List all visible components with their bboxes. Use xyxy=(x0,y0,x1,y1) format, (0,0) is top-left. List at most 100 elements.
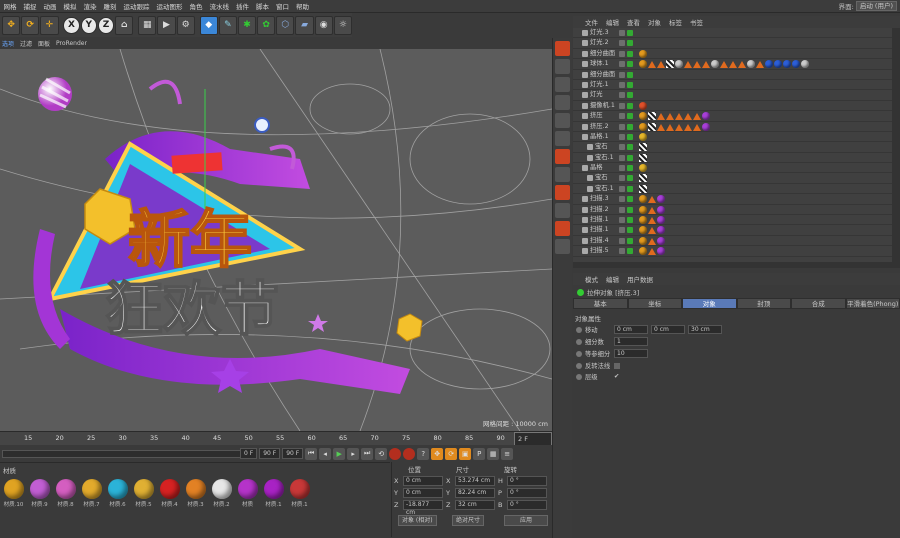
hierarchical-checkbox[interactable]: ✔ xyxy=(614,373,619,380)
material-item[interactable]: 材质.7 xyxy=(80,479,103,508)
render-active-icon[interactable]: ▶ xyxy=(157,16,175,35)
edges-mode-icon[interactable] xyxy=(555,113,570,128)
move-tool-icon[interactable]: ✥ xyxy=(2,16,20,35)
visibility-toggles[interactable] xyxy=(619,144,633,150)
material-tag-icon[interactable] xyxy=(639,247,647,255)
record-icon[interactable] xyxy=(389,448,401,460)
triangle-tag-icon[interactable] xyxy=(693,113,701,120)
end-frame-field-2[interactable]: 90 F xyxy=(282,448,303,459)
hierarchical-anim-dot[interactable] xyxy=(576,374,582,380)
flip-anim-dot[interactable] xyxy=(576,363,582,369)
visibility-toggles[interactable] xyxy=(619,113,633,119)
apply-button[interactable]: 应用 xyxy=(504,515,548,526)
visibility-toggles[interactable] xyxy=(619,103,633,109)
triangle-tag-icon[interactable] xyxy=(648,238,656,245)
material-item[interactable]: 材质 xyxy=(236,479,259,508)
object-row[interactable]: 灯光.2 xyxy=(573,38,892,48)
triangle-tag-icon[interactable] xyxy=(693,61,701,68)
flip-normals-checkbox[interactable] xyxy=(614,363,620,369)
object-row[interactable]: 宝石.1 xyxy=(573,184,892,194)
menu-item[interactable]: 动画 xyxy=(40,1,60,11)
object-manager-menu-item[interactable]: 书签 xyxy=(690,17,703,27)
axis-y-button[interactable]: Y xyxy=(81,17,97,34)
object-row[interactable]: 挤压.2 xyxy=(573,122,892,132)
lock-icon[interactable] xyxy=(555,185,570,200)
axis-z-button[interactable]: Z xyxy=(98,17,114,34)
current-frame-field[interactable]: 2 F xyxy=(514,432,552,446)
object-manager-menu-item[interactable]: 查看 xyxy=(627,17,640,27)
array-icon[interactable]: ✿ xyxy=(257,16,275,35)
next-key-icon[interactable]: ▸ xyxy=(347,448,359,460)
menu-item[interactable]: 模拟 xyxy=(60,1,80,11)
coordinate-mode-dropdown[interactable]: 对象 (相对) xyxy=(398,515,437,526)
attribute-tab[interactable]: 平滑着色(Phong) xyxy=(846,298,900,309)
object-row[interactable]: 扫描.1 xyxy=(573,225,892,235)
rotation-input[interactable]: 0 ° xyxy=(507,488,547,498)
object-name[interactable]: 扫描.1 xyxy=(590,215,609,225)
param-key-icon[interactable]: P xyxy=(473,448,485,460)
object-manager-menu-item[interactable]: 文件 xyxy=(585,17,598,27)
frame-range-slider[interactable] xyxy=(2,450,242,458)
checker-tag-icon[interactable] xyxy=(639,143,647,151)
triangle-tag-icon[interactable] xyxy=(729,61,737,68)
object-row[interactable]: 扫描.4 xyxy=(573,236,892,246)
checker-tag-icon[interactable] xyxy=(666,60,674,68)
triangle-tag-icon[interactable] xyxy=(648,217,656,224)
material-item[interactable]: 材质.5 xyxy=(132,479,155,508)
keyframe-selection-icon[interactable]: ? xyxy=(417,448,429,460)
menu-item[interactable]: 雕刻 xyxy=(100,1,120,11)
material-tag-icon[interactable] xyxy=(639,164,647,172)
object-name[interactable]: 宝石 xyxy=(595,142,608,152)
triangle-tag-icon[interactable] xyxy=(657,61,665,68)
visibility-toggles[interactable] xyxy=(619,238,633,244)
triangle-tag-icon[interactable] xyxy=(675,113,683,120)
menu-item[interactable]: 脚本 xyxy=(253,1,273,11)
material-tag-icon[interactable] xyxy=(765,60,773,68)
checker-tag-icon[interactable] xyxy=(648,112,656,120)
go-to-end-icon[interactable]: ⏭ xyxy=(361,448,373,460)
triangle-tag-icon[interactable] xyxy=(756,61,764,68)
visibility-toggles[interactable] xyxy=(619,51,633,57)
menu-item[interactable]: 网格 xyxy=(0,1,20,11)
3d-viewport[interactable]: 新年 狂欢节 网格间距 : 10000 cm xyxy=(0,49,552,431)
viewport-menu-options[interactable]: 选项 xyxy=(2,39,14,48)
timeline-menu-icon[interactable]: ≡ xyxy=(501,448,513,460)
menu-item[interactable]: 运动图形 xyxy=(153,1,186,11)
triangle-tag-icon[interactable] xyxy=(693,124,701,131)
object-row[interactable]: 细分曲面 xyxy=(573,49,892,59)
layout-selector[interactable]: 界面: 启动 (用户) xyxy=(839,1,897,11)
object-row[interactable]: 晶格.1 xyxy=(573,132,892,142)
checker-tag-icon[interactable] xyxy=(639,174,647,182)
checker-tag-icon[interactable] xyxy=(648,123,656,131)
object-name[interactable]: 晶格 xyxy=(590,163,603,173)
attribute-menu-item[interactable]: 模式 xyxy=(585,274,598,284)
object-name[interactable]: 灯光 xyxy=(590,90,603,100)
object-name[interactable]: 扫描.3 xyxy=(590,194,609,204)
object-row[interactable]: 宝石.1 xyxy=(573,153,892,163)
visibility-toggles[interactable] xyxy=(619,248,633,254)
menu-item[interactable]: 角色 xyxy=(186,1,206,11)
object-row[interactable]: 灯光.3 xyxy=(573,28,892,38)
viewport-menu-panel[interactable]: 面板 xyxy=(38,39,50,48)
tweak-icon[interactable] xyxy=(555,221,570,236)
move-z-input[interactable]: 30 cm xyxy=(688,325,722,334)
size-input[interactable]: 53.274 cm xyxy=(455,476,495,486)
triangle-tag-icon[interactable] xyxy=(648,196,656,203)
material-item[interactable]: 材质.1 xyxy=(288,479,311,508)
menu-item[interactable]: 窗口 xyxy=(273,1,293,11)
polygons-mode-icon[interactable] xyxy=(555,131,570,146)
move-key-icon[interactable]: ✥ xyxy=(431,448,443,460)
material-item[interactable]: 材质.3 xyxy=(184,479,207,508)
triangle-tag-icon[interactable] xyxy=(648,207,656,214)
triangle-tag-icon[interactable] xyxy=(720,61,728,68)
timeline-ruler[interactable]: 152025303540455055606570758085902 F xyxy=(0,431,552,445)
visibility-toggles[interactable] xyxy=(619,196,633,202)
triangle-tag-icon[interactable] xyxy=(684,124,692,131)
go-to-start-icon[interactable]: ⏮ xyxy=(305,448,317,460)
visibility-toggles[interactable] xyxy=(619,92,633,98)
object-list-vscroll[interactable] xyxy=(892,28,900,268)
object-name[interactable]: 灯光.1 xyxy=(590,80,609,90)
visibility-toggles[interactable] xyxy=(619,30,633,36)
material-tag-icon[interactable] xyxy=(657,247,665,255)
material-tag-icon[interactable] xyxy=(702,112,710,120)
